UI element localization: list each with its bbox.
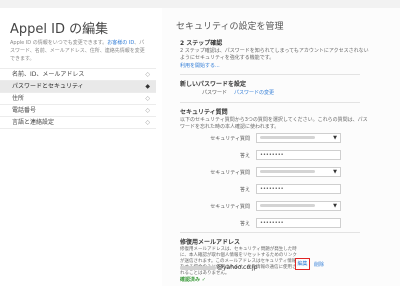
question-value-blurred (260, 204, 315, 207)
main-panel: セキュリティの設定を管理 2 ステップ確認 2 ステップ確認は、パスワードを知ら… (162, 8, 400, 286)
sidebar-item-label: 住所 (12, 95, 25, 102)
question-label-3: セキュリティ質問 (210, 204, 250, 210)
security-questions-text: 以下のセキュリティ質問から3つの質問を選択してください。これらの質問は、パスワー… (180, 117, 368, 130)
page: Appel ID の編集 Apple ID の情報をいつでも変更できます。お客様… (0, 8, 400, 286)
two-step-heading: 2 ステップ確認 (180, 40, 223, 47)
answer-label-1: 答え (239, 153, 250, 159)
sidebar-item-label: 名前、ID、メールアドレス (12, 71, 85, 78)
sidebar-desc-link[interactable]: お客様の ID (107, 40, 134, 46)
top-strip: ᐧᐧᐧ (0, 0, 400, 8)
divider (180, 102, 360, 103)
sidebar-item-phone[interactable]: 電話番号 ◇ (0, 104, 156, 116)
edit-button[interactable]: 編集 (295, 258, 310, 270)
chevron-right-icon: ◇ (145, 95, 150, 102)
sidebar-item-language[interactable]: 言語と連絡設定 ◇ (0, 116, 156, 129)
divider (180, 232, 360, 233)
answer-label-2: 答え (239, 187, 250, 193)
question-select-3[interactable]: ▼ (256, 201, 341, 211)
new-password-heading: 新しいパスワードを設定 (180, 81, 247, 88)
verified-status: 確認済み ✓ (180, 277, 206, 283)
change-password-link[interactable]: パスワードの変更 (234, 90, 294, 97)
sidebar-item-password-security[interactable]: パスワードとセキュリティ ◆ (0, 80, 156, 92)
sidebar-item-label: 電話番号 (12, 107, 37, 114)
sidebar-item-label: パスワードとセキュリティ (12, 83, 84, 90)
divider (180, 74, 360, 75)
chevron-right-icon: ◆ (145, 83, 150, 90)
caret-down-icon: ▼ (333, 135, 337, 141)
sidebar: Appel ID の編集 Apple ID の情報をいつでも変更できます。お客様… (0, 8, 156, 286)
sidebar-item-label: 言語と連絡設定 (12, 119, 55, 126)
security-questions-heading: セキュリティ質問 (180, 109, 228, 116)
rescue-email-text: 修復用メールアドレスは、セキュリティ問題が発生した時に、本人確認が取れ個人情報を… (180, 247, 297, 276)
question-select-2[interactable]: ▼ (256, 167, 341, 177)
two-step-start-link[interactable]: 利用を開始する... (180, 63, 370, 70)
page-title: セキュリティの設定を管理 (176, 22, 284, 32)
rescue-email-heading: 修復用メールアドレス (180, 239, 241, 246)
sidebar-item-name-id-email[interactable]: 名前、ID、メールアドレス ◇ (0, 68, 156, 80)
sidebar-title: Appel ID の編集 (10, 22, 109, 37)
sidebar-menu: 名前、ID、メールアドレス ◇ パスワードとセキュリティ ◆ 住所 ◇ 電話番号… (0, 68, 156, 129)
top-clipped-text: ᐧᐧᐧ (10, 0, 21, 8)
rescue-email-address: @yahoo.co.jp (180, 264, 257, 271)
two-step-text: 2 ステップ確認は、パスワードを知られてしまってもアカウントにアクセスされないよ… (180, 48, 369, 61)
question-value-blurred (260, 136, 315, 139)
email-domain: @yahoo.co.jp (217, 264, 258, 271)
email-user-blurred (180, 265, 216, 270)
answer-input-2[interactable]: •••••••• (256, 184, 341, 194)
chevron-right-icon: ◇ (145, 119, 150, 126)
question-label-1: セキュリティ質問 (210, 136, 250, 142)
caret-down-icon: ▼ (333, 203, 337, 209)
answer-input-1[interactable]: •••••••• (256, 150, 341, 160)
question-select-1[interactable]: ▼ (256, 133, 341, 143)
chevron-right-icon: ◇ (145, 107, 150, 114)
sidebar-description: Apple ID の情報をいつでも変更できます。お客様の ID、パスワード、名前… (10, 39, 148, 63)
question-label-2: セキュリティ質問 (210, 170, 250, 176)
question-value-blurred (260, 170, 315, 173)
delete-link[interactable]: 削除 (314, 261, 324, 268)
answer-input-3[interactable]: •••••••• (256, 218, 341, 228)
sidebar-item-address[interactable]: 住所 ◇ (0, 92, 156, 104)
sidebar-desc-text: Apple ID の情報をいつでも変更できます。 (10, 40, 108, 46)
caret-down-icon: ▼ (333, 169, 337, 175)
answer-label-3: 答え (239, 221, 250, 227)
chevron-right-icon: ◇ (145, 71, 150, 78)
